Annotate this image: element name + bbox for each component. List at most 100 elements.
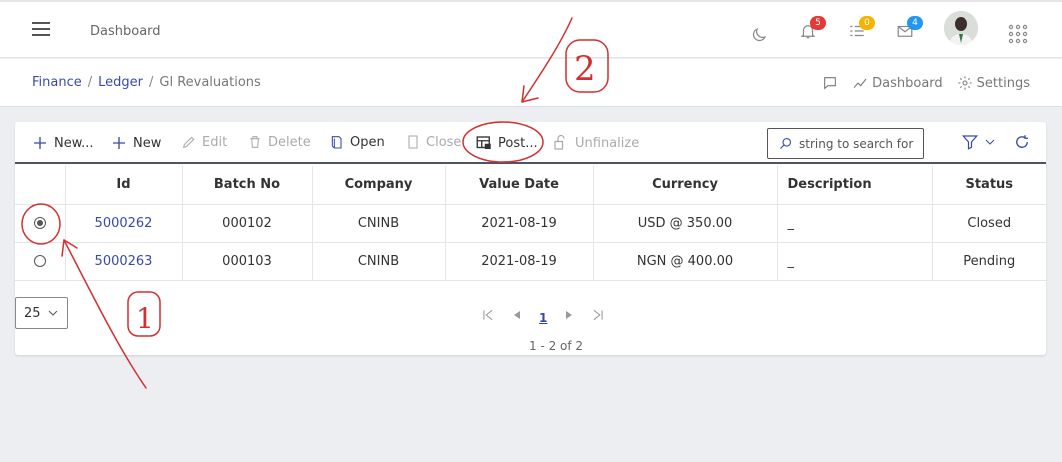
comments-button[interactable]: [822, 75, 838, 91]
breadcrumb-current: Gl Revaluations: [159, 75, 261, 90]
column-header-value-date[interactable]: Value Date: [445, 166, 594, 205]
row-status: Closed: [932, 204, 1046, 243]
notifications-bell-icon[interactable]: 5: [799, 16, 826, 44]
row-select-cell[interactable]: [15, 242, 66, 281]
settings-link-label: Settings: [976, 75, 1030, 91]
column-header-company[interactable]: Company: [312, 166, 446, 205]
messages-badge: 4: [907, 16, 923, 30]
hamburger-menu-icon[interactable]: [32, 22, 50, 36]
close-button[interactable]: Close: [405, 134, 461, 150]
row-batch-no: 000102: [182, 204, 313, 243]
table-row[interactable]: 5000263 000103 CNINB 2021-08-19 NGN @ 40…: [15, 242, 1046, 281]
breadcrumb-finance[interactable]: Finance: [32, 75, 82, 90]
page-actions: Dashboard Settings: [822, 75, 1030, 91]
delete-button[interactable]: Delete: [247, 134, 311, 150]
tasks-badge: 0: [859, 16, 875, 30]
book-open-icon: [331, 136, 342, 149]
row-value-date: 2021-08-19: [445, 204, 594, 243]
table-row[interactable]: 5000262 000102 CNINB 2021-08-19 USD @ 35…: [15, 204, 1046, 243]
page-size-value: 25: [24, 305, 41, 321]
grid-toolbar: New... New Edit Delete Open Close Post..…: [15, 122, 1046, 164]
column-header-currency[interactable]: Currency: [593, 166, 778, 205]
previous-page-icon[interactable]: [511, 308, 523, 322]
pencil-icon: [182, 136, 195, 149]
table-header-row: Id Batch No Company Value Date Currency …: [15, 166, 1046, 205]
last-page-icon[interactable]: [591, 308, 605, 322]
settings-link[interactable]: Settings: [957, 75, 1030, 91]
user-avatar[interactable]: [944, 11, 978, 45]
refresh-button[interactable]: [1013, 133, 1031, 151]
breadcrumb-separator: /: [148, 75, 154, 90]
pagination: 1: [481, 305, 605, 325]
comment-icon: [824, 77, 837, 90]
search-input[interactable]: [799, 136, 919, 151]
pagination-info: 1 - 2 of 2: [529, 339, 584, 353]
breadcrumb: Finance / Ledger / Gl Revaluations: [32, 75, 261, 90]
search-box: [767, 128, 924, 159]
row-select-cell[interactable]: [15, 204, 66, 243]
page-title: Dashboard: [90, 24, 161, 39]
post-label: Post...: [498, 135, 538, 151]
dashboard-link-label: Dashboard: [872, 75, 943, 91]
row-description: _: [777, 204, 933, 243]
filter-icon: [961, 135, 979, 150]
messages-envelope-icon[interactable]: 4: [896, 16, 923, 44]
row-radio[interactable]: [33, 255, 46, 267]
row-status: Pending: [932, 242, 1046, 281]
row-company: CNINB: [312, 204, 446, 243]
chevron-down-icon: [48, 310, 58, 316]
apps-grid-icon[interactable]: [1008, 24, 1030, 46]
plus-icon: [113, 137, 125, 149]
filter-dropdown-button[interactable]: [961, 133, 996, 151]
unfinalize-button[interactable]: Unfinalize: [552, 134, 639, 152]
dark-mode-moon-icon[interactable]: [750, 26, 772, 48]
page-size-select[interactable]: 25: [15, 297, 68, 329]
gear-icon: [958, 76, 972, 90]
trash-icon: [250, 136, 260, 148]
new-menu-label: New...: [54, 135, 94, 151]
row-description: _: [777, 242, 933, 281]
revaluations-table: Id Batch No Company Value Date Currency …: [15, 166, 1046, 281]
row-currency: USD @ 350.00: [593, 204, 778, 243]
edit-button[interactable]: Edit: [181, 134, 227, 150]
unfinalize-icon: [554, 134, 565, 150]
page-number-current[interactable]: 1: [539, 311, 547, 325]
edit-label: Edit: [202, 134, 228, 150]
dashboard-link[interactable]: Dashboard: [852, 75, 943, 91]
column-header-status[interactable]: Status: [932, 166, 1046, 205]
tasks-list-icon[interactable]: 0: [848, 16, 875, 44]
open-button[interactable]: Open: [329, 134, 385, 150]
search-icon: [780, 137, 792, 149]
row-radio-selected[interactable]: [33, 217, 46, 229]
new-menu-button[interactable]: New...: [31, 134, 94, 152]
row-company: CNINB: [312, 242, 446, 281]
delete-label: Delete: [268, 134, 311, 150]
select-column-header: [15, 166, 66, 205]
plus-icon: [34, 137, 46, 149]
new-button[interactable]: New: [110, 134, 161, 152]
breadcrumb-separator: /: [87, 75, 93, 90]
column-header-description[interactable]: Description: [777, 166, 933, 205]
post-button[interactable]: Post...: [475, 134, 538, 152]
first-page-icon[interactable]: [481, 308, 495, 322]
unfinalize-label: Unfinalize: [575, 135, 640, 151]
row-currency: NGN @ 400.00: [593, 242, 778, 281]
breadcrumb-ledger[interactable]: Ledger: [98, 75, 143, 90]
notifications-badge: 5: [810, 16, 826, 30]
post-lock-icon: [476, 136, 491, 149]
column-header-batch-no[interactable]: Batch No: [182, 166, 313, 205]
row-id-link[interactable]: 5000262: [95, 216, 153, 231]
row-value-date: 2021-08-19: [445, 242, 594, 281]
revaluations-grid-card: New... New Edit Delete Open Close Post..…: [15, 122, 1046, 355]
row-batch-no: 000103: [182, 242, 313, 281]
chart-line-icon: [853, 78, 867, 89]
column-header-id[interactable]: Id: [65, 166, 183, 205]
chevron-down-icon: [985, 139, 995, 145]
close-label: Close: [426, 134, 462, 150]
open-label: Open: [350, 134, 385, 150]
new-label: New: [133, 135, 162, 151]
row-id-link[interactable]: 5000263: [95, 254, 153, 269]
breadcrumb-bar: Finance / Ledger / Gl Revaluations Dashboard…: [0, 59, 1062, 107]
next-page-icon[interactable]: [563, 308, 575, 322]
refresh-icon: [1016, 135, 1028, 148]
